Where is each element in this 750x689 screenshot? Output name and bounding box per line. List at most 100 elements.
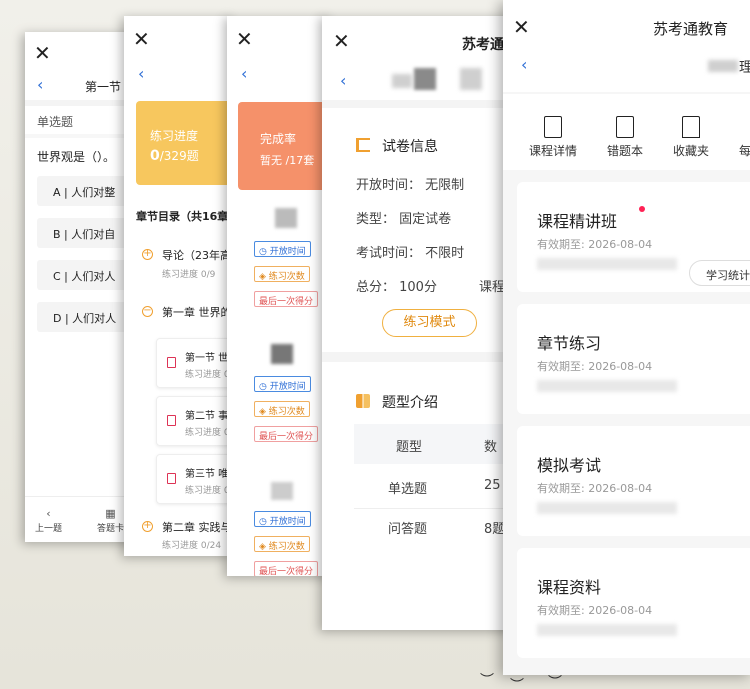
progress-label: 练习进度: [150, 129, 199, 143]
section-title: 第一节 世: [185, 353, 229, 364]
close-icon[interactable]: ✕: [236, 29, 253, 49]
back-icon[interactable]: ‹: [241, 66, 247, 82]
nav-wrong-book[interactable]: 错题本: [607, 116, 643, 159]
course-card[interactable]: 课程精讲班 有效期至: 2026-08-04 学习统计: [517, 182, 750, 292]
chapter-practice-screen: ✕ ‹ 练习进度 0/329题 章节目录（共16章 + 导论（23年高 练习进度…: [124, 16, 234, 556]
nav-daily[interactable]: 每: [739, 116, 750, 159]
redacted-block: [414, 68, 436, 90]
prev-question-button[interactable]: ‹ 上一题: [35, 507, 62, 534]
plus-circle-icon[interactable]: +: [142, 521, 153, 532]
bookmark-icon: [682, 116, 700, 138]
total-score-field: 总分： 100分: [356, 280, 437, 295]
question-types-table: 题型 数 单选题 25 问答题 8题: [354, 424, 522, 554]
toc-title: 章节目录（共16章: [136, 210, 229, 223]
section-progress: 练习进度 0: [185, 428, 230, 438]
new-badge-dot: [639, 206, 645, 212]
course-expiry: 有效期至: 2026-08-04: [537, 238, 653, 251]
list-icon: [544, 116, 562, 138]
open-time-tag: ◷ 开放时间: [254, 376, 311, 392]
prev-question-label: 上一题: [35, 524, 63, 534]
table-cell: 单选题: [388, 482, 428, 497]
course-card[interactable]: 章节练习 有效期至: 2026-08-04: [517, 304, 750, 414]
plus-circle-icon[interactable]: +: [142, 249, 153, 260]
close-icon[interactable]: ✕: [513, 17, 530, 37]
nav-label: 错题本: [607, 144, 644, 158]
nav-label: 收藏夹: [673, 144, 710, 158]
redacted-block: [271, 344, 293, 364]
question-types-title: 题型介绍: [382, 395, 438, 411]
redacted-block: [537, 380, 677, 392]
completion-card: 完成率 暂无 /17套: [238, 102, 332, 190]
answer-sheet-button[interactable]: ▦ 答题卡: [97, 507, 124, 534]
document-icon: [356, 138, 370, 152]
chapter-intro-progress: 练习进度 0/9: [162, 270, 216, 280]
exam-info-title: 试卷信息: [382, 139, 438, 155]
exam-type-field: 类型： 固定试卷: [356, 212, 452, 227]
back-icon[interactable]: ‹: [340, 73, 346, 89]
progress-total: /329题: [159, 149, 199, 163]
study-stats-button[interactable]: 学习统计: [689, 260, 750, 286]
document-icon: [167, 415, 176, 426]
course-expiry: 有效期至: 2026-08-04: [537, 360, 653, 373]
wrong-book-icon: [616, 116, 634, 138]
progress-value: 0/329题: [150, 147, 199, 164]
course-card[interactable]: 模拟考试 有效期至: 2026-08-04: [517, 426, 750, 536]
chapter-2-title[interactable]: 第二章 实践与: [162, 519, 232, 535]
chapter-2-progress: 练习进度 0/24: [162, 541, 222, 551]
minus-circle-icon[interactable]: −: [142, 306, 153, 317]
section-item[interactable]: 第三节 唯 练习进度 0: [156, 454, 234, 504]
section-progress: 练习进度 0: [185, 486, 230, 496]
exam-title-redacted[interactable]: [251, 208, 332, 228]
open-time-field: 开放时间： 无限制: [356, 178, 465, 193]
last-score-tag: 最后一次得分: [254, 561, 319, 576]
exam-title-redacted[interactable]: [251, 482, 332, 500]
course-nav: 课程详情 错题本 收藏夹 每: [503, 94, 750, 170]
section-item[interactable]: 第二节 事 练习进度 0: [156, 396, 234, 446]
practice-count-tag: ◈ 练习次数: [254, 536, 310, 552]
table-header-cell: 题型: [396, 440, 423, 455]
nav-label: 课程详情: [529, 144, 578, 158]
close-icon[interactable]: ✕: [34, 43, 51, 63]
redacted-block: [708, 60, 738, 72]
section-item[interactable]: 第一节 世 练习进度 0: [156, 338, 234, 388]
completion-value: 暂无 /17套: [260, 154, 315, 167]
header: ✕ 苏考通教育 ‹ 理: [503, 0, 750, 92]
chapter-intro-title[interactable]: 导论（23年高: [162, 247, 231, 263]
open-time-tag: ◷ 开放时间: [254, 241, 311, 257]
document-icon: [167, 473, 176, 484]
back-icon[interactable]: ‹: [521, 57, 527, 73]
back-icon[interactable]: ‹: [37, 77, 43, 93]
table-divider: [354, 508, 522, 509]
nav-icon-placeholder: [739, 116, 750, 142]
redacted-block: [460, 68, 482, 90]
back-icon[interactable]: ‹: [138, 66, 144, 82]
question-text: 世界观是（）。: [37, 150, 116, 164]
course-expiry: 有效期至: 2026-08-04: [537, 604, 653, 617]
grid-icon: ▦: [105, 507, 116, 520]
course-field: 课程: [479, 280, 506, 295]
course-expiry: 有效期至: 2026-08-04: [537, 482, 653, 495]
course-card[interactable]: 课程资料 有效期至: 2026-08-04: [517, 548, 750, 658]
course-title: 课程资料: [537, 578, 602, 597]
redacted-title-fragment: 理: [739, 60, 750, 76]
close-icon[interactable]: ✕: [133, 29, 150, 49]
progress-done: 0: [150, 148, 160, 164]
document-icon: [167, 357, 176, 368]
close-icon[interactable]: ✕: [333, 31, 350, 51]
nav-favorites[interactable]: 收藏夹: [673, 116, 709, 159]
practice-mode-button[interactable]: 练习模式: [382, 309, 477, 337]
section-title: 第二节 事: [185, 411, 229, 422]
course-home-screen: ✕ 苏考通教育 ‹ 理 课程详情 错题本 收藏夹 每 课程精讲班 有效期至: 2…: [503, 0, 750, 675]
completion-label: 完成率: [260, 132, 297, 146]
nav-course-details[interactable]: 课程详情: [529, 116, 577, 159]
chapter-1-title[interactable]: 第一章 世界的: [162, 304, 232, 320]
redacted-block: [275, 208, 297, 228]
course-title: 章节练习: [537, 334, 602, 353]
exam-info-screen: ✕ 苏考通 ‹ 试卷信息 开放时间： 无限制 类型： 固定试卷 考试时间： 不限…: [322, 16, 522, 630]
course-title: 模拟考试: [537, 456, 602, 475]
table-cell: 问答题: [388, 522, 428, 537]
app-brand: 苏考通: [462, 37, 504, 53]
nav-label: 每: [739, 144, 750, 158]
exam-title-redacted[interactable]: [251, 344, 332, 364]
table-cell: 25: [484, 478, 501, 493]
